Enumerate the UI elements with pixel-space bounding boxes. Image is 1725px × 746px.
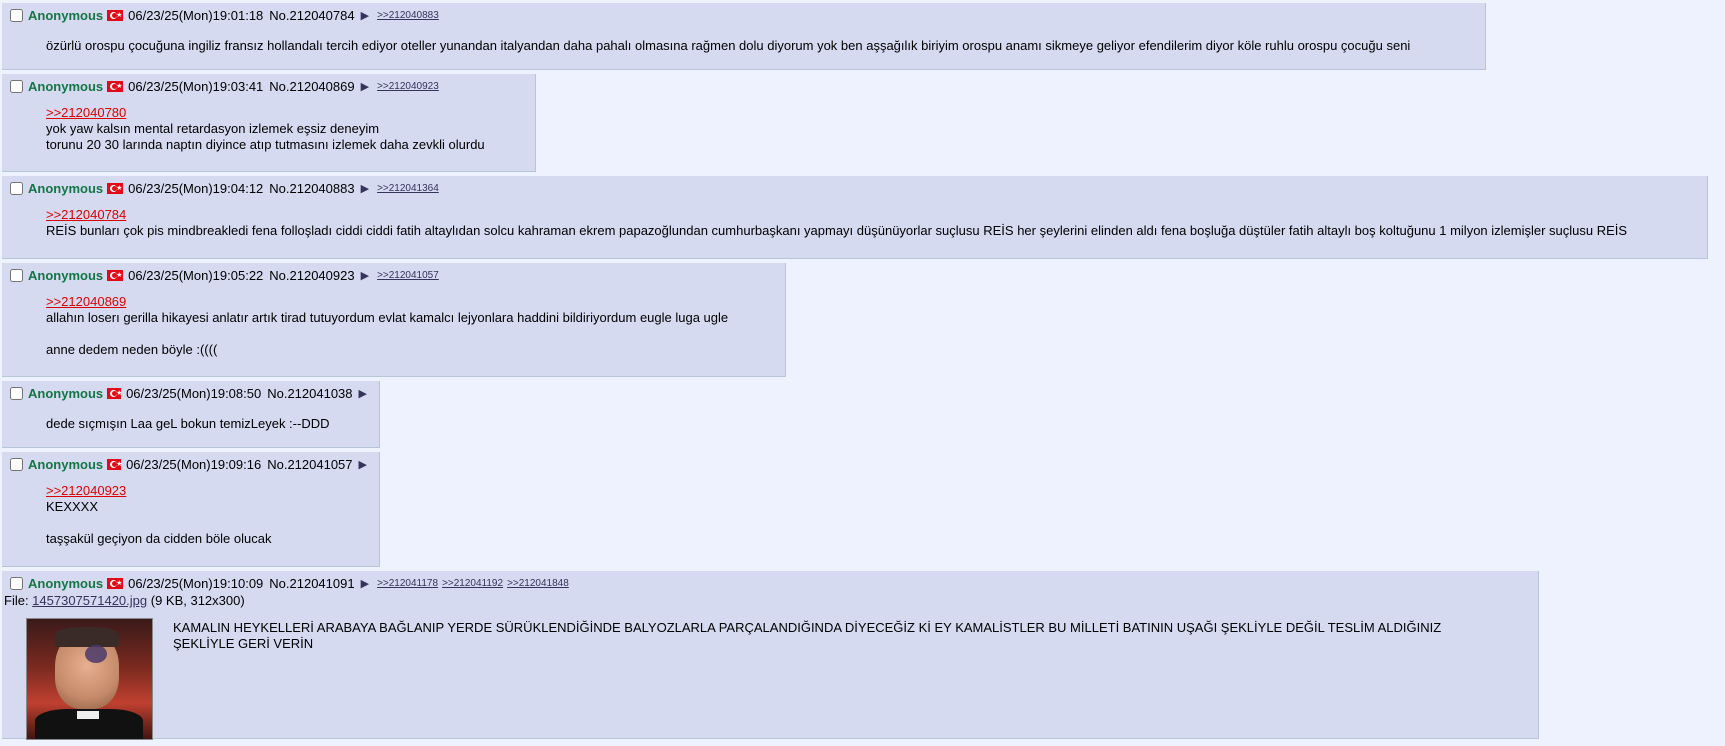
post-checkbox[interactable] <box>10 457 23 471</box>
reply-post: Anonymous ★ 06/23/25(Mon)19:08:50 No.212… <box>2 381 380 448</box>
post-menu-arrow-icon[interactable]: ▶ <box>359 458 367 471</box>
message-line: KAMALIN HEYKELLERİ ARABAYA BAĞLANIP YERD… <box>173 620 1442 651</box>
backlink[interactable]: >>212041178 <box>377 578 438 589</box>
poster-name: Anonymous <box>28 267 104 283</box>
file-label: File: <box>4 593 33 608</box>
turkey-flag-icon: ★ <box>107 458 122 470</box>
post-message: dede sıçmışın Laa geL bokun temizLeyek :… <box>46 416 365 432</box>
post-info: Anonymous ★ 06/23/25(Mon)19:09:16 No.212… <box>6 454 375 474</box>
thread: Anonymous ★ 06/23/25(Mon)19:01:18 No.212… <box>2 3 1708 743</box>
post-datetime: 06/23/25(Mon)19:05:22 <box>128 267 264 283</box>
reply-post: Anonymous ★ 06/23/25(Mon)19:10:09 No.212… <box>2 571 1539 740</box>
post-number[interactable]: No.212041057 <box>267 457 352 472</box>
post-number[interactable]: No.212040869 <box>269 79 354 94</box>
reply-post: Anonymous ★ 06/23/25(Mon)19:03:41 No.212… <box>2 74 536 172</box>
post-menu-arrow-icon[interactable]: ▶ <box>361 80 369 93</box>
message-line: torunu 20 30 larında naptın diyince atıp… <box>46 137 485 152</box>
poster-name: Anonymous <box>28 456 104 472</box>
poster-name: Anonymous <box>28 7 104 23</box>
post-info: Anonymous ★ 06/23/25(Mon)19:01:18 No.212… <box>6 5 1481 25</box>
post-message: >>212040869 allahın loserı gerilla hikay… <box>46 294 771 358</box>
backlink[interactable]: >>212040923 <box>377 81 439 92</box>
post-datetime: 06/23/25(Mon)19:10:09 <box>128 575 264 591</box>
message-line: dede sıçmışın Laa geL bokun temizLeyek :… <box>46 416 330 431</box>
post-datetime: 06/23/25(Mon)19:04:12 <box>128 180 264 196</box>
reply-post: Anonymous ★ 06/23/25(Mon)19:05:22 No.212… <box>2 263 786 377</box>
post-message: >>212040784 REİS bunları çok pis mindbre… <box>46 207 1693 239</box>
poster-name: Anonymous <box>28 575 104 591</box>
post-checkbox[interactable] <box>10 181 23 195</box>
turkey-flag-icon: ★ <box>107 80 124 92</box>
reply-post: Anonymous ★ 06/23/25(Mon)19:01:18 No.212… <box>2 3 1486 70</box>
file-info: File: 1457307571420.jpg (9 KB, 312x300) <box>4 593 1534 608</box>
post-menu-arrow-icon[interactable]: ▶ <box>361 577 369 590</box>
post-message: >>212040923 KEXXXX taşşakül geçiyon da c… <box>46 483 365 547</box>
file-meta: (9 KB, 312x300) <box>147 593 245 608</box>
post-datetime: 06/23/25(Mon)19:09:16 <box>126 456 262 472</box>
post-message: KAMALIN HEYKELLERİ ARABAYA BAĞLANIP YERD… <box>173 620 1494 652</box>
post-datetime: 06/23/25(Mon)19:08:50 <box>126 385 262 401</box>
turkey-flag-icon: ★ <box>107 577 124 589</box>
backlink[interactable]: >>212041364 <box>377 183 439 194</box>
file-body: KAMALIN HEYKELLERİ ARABAYA BAĞLANIP YERD… <box>6 608 1534 744</box>
post-number[interactable]: No.212040923 <box>269 268 354 283</box>
file-name-link[interactable]: 1457307571420.jpg <box>32 593 147 608</box>
post-checkbox[interactable] <box>10 386 23 400</box>
reply-post: Anonymous ★ 06/23/25(Mon)19:09:16 No.212… <box>2 452 380 567</box>
post-info: Anonymous ★ 06/23/25(Mon)19:05:22 No.212… <box>6 265 781 285</box>
backlink[interactable]: >>212040883 <box>377 10 439 21</box>
post-message: özürlü orospu çocuğuna ingiliz fransız h… <box>46 38 1471 54</box>
post-number[interactable]: No.212040883 <box>269 181 354 196</box>
backlink[interactable]: >>212041848 <box>507 578 569 589</box>
post-info: Anonymous ★ 06/23/25(Mon)19:04:12 No.212… <box>6 178 1703 198</box>
post-menu-arrow-icon[interactable]: ▶ <box>361 182 369 195</box>
message-line: özürlü orospu çocuğuna ingiliz fransız h… <box>46 38 1411 53</box>
post-menu-arrow-icon[interactable]: ▶ <box>361 9 369 22</box>
quote-link[interactable]: >>212040784 <box>46 207 126 223</box>
post-image-thumbnail[interactable] <box>26 618 153 740</box>
turkey-flag-icon: ★ <box>107 9 124 21</box>
poster-name: Anonymous <box>28 78 104 94</box>
poster-name: Anonymous <box>28 180 104 196</box>
post-datetime: 06/23/25(Mon)19:01:18 <box>128 7 264 23</box>
post-checkbox[interactable] <box>10 8 23 22</box>
message-line: KEXXXX <box>46 499 99 514</box>
backlink[interactable]: >>212041192 <box>442 578 503 589</box>
reply-post: Anonymous ★ 06/23/25(Mon)19:04:12 No.212… <box>2 176 1708 259</box>
post-datetime: 06/23/25(Mon)19:03:41 <box>128 78 264 94</box>
post-checkbox[interactable] <box>10 576 23 590</box>
quote-link[interactable]: >>212040923 <box>46 483 126 499</box>
post-info: Anonymous ★ 06/23/25(Mon)19:10:09 No.212… <box>6 573 1534 593</box>
quote-link[interactable]: >>212040780 <box>46 105 126 121</box>
post-menu-arrow-icon[interactable]: ▶ <box>361 269 369 282</box>
poster-name: Anonymous <box>28 385 104 401</box>
post-checkbox[interactable] <box>10 79 23 93</box>
post-info: Anonymous ★ 06/23/25(Mon)19:08:50 No.212… <box>6 383 375 403</box>
post-number[interactable]: No.212041038 <box>267 386 352 401</box>
post-number[interactable]: No.212040784 <box>269 8 354 23</box>
post-menu-arrow-icon[interactable]: ▶ <box>359 387 367 400</box>
post-number[interactable]: No.212041091 <box>269 576 354 591</box>
quote-link[interactable]: >>212040869 <box>46 294 126 310</box>
message-line: taşşakül geçiyon da cidden böle olucak <box>46 531 272 546</box>
message-line: allahın loserı gerilla hikayesi anlatır … <box>46 310 729 325</box>
message-line: anne dedem neden böyle :(((( <box>46 342 218 357</box>
backlink[interactable]: >>212041057 <box>377 270 439 281</box>
turkey-flag-icon: ★ <box>107 269 124 281</box>
post-checkbox[interactable] <box>10 268 23 282</box>
turkey-flag-icon: ★ <box>107 387 122 399</box>
turkey-flag-icon: ★ <box>107 182 124 194</box>
message-line: REİS bunları çok pis mindbreakledi fena … <box>46 223 1628 238</box>
post-info: Anonymous ★ 06/23/25(Mon)19:03:41 No.212… <box>6 76 531 96</box>
message-line: yok yaw kalsın mental retardasyon izleme… <box>46 121 380 136</box>
post-message: >>212040780 yok yaw kalsın mental retard… <box>46 105 521 153</box>
